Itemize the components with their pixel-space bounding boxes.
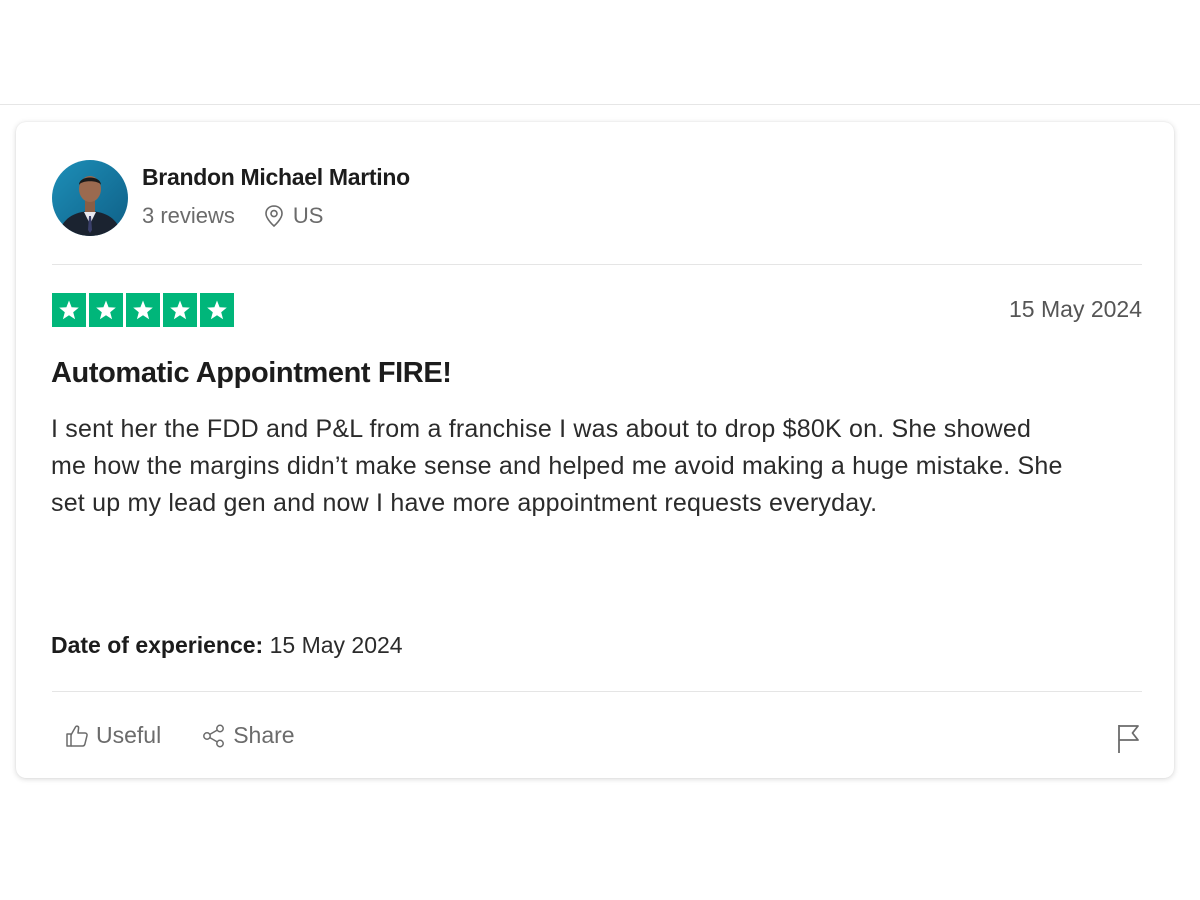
share-label: Share — [233, 722, 295, 748]
location-pin-icon — [263, 204, 285, 228]
review-card: Brandon Michael Martino 3 reviews US 15 … — [16, 122, 1174, 778]
avatar-photo — [52, 160, 128, 236]
star-icon — [200, 293, 234, 327]
star-icon — [89, 293, 123, 327]
reviewer-location: US — [292, 202, 324, 228]
experience-date: 15 May 2024 — [269, 632, 403, 658]
star-icon — [126, 293, 160, 327]
reviewer-meta: 3 reviews US — [142, 203, 410, 229]
reviewer-header: Brandon Michael Martino 3 reviews US — [52, 160, 410, 236]
thumbs-up-icon — [64, 723, 90, 749]
share-icon — [201, 723, 227, 749]
avatar[interactable] — [52, 160, 128, 236]
page-divider — [0, 104, 1200, 105]
star-icon — [163, 293, 197, 327]
footer-divider — [52, 691, 1142, 692]
star-icon — [52, 293, 86, 327]
header-divider — [52, 264, 1142, 265]
useful-button[interactable]: Useful — [64, 722, 161, 749]
star-rating — [52, 293, 237, 327]
review-actions: Useful Share — [64, 722, 295, 749]
share-button[interactable]: Share — [201, 722, 295, 749]
review-body: I sent her the FDD and P&L from a franch… — [51, 415, 1063, 517]
useful-label: Useful — [96, 722, 162, 748]
date-of-experience: Date of experience: 15 May 2024 — [51, 632, 403, 659]
review-date: 15 May 2024 — [1009, 296, 1142, 322]
reviews-count: 3 reviews — [142, 202, 235, 228]
flag-icon — [1116, 723, 1142, 760]
review-title: Automatic Appointment FIRE! — [51, 357, 452, 389]
reviewer-name[interactable]: Brandon Michael Martino — [142, 164, 410, 191]
experience-label: Date of experience: — [51, 632, 264, 658]
flag-button[interactable] — [1116, 723, 1142, 760]
